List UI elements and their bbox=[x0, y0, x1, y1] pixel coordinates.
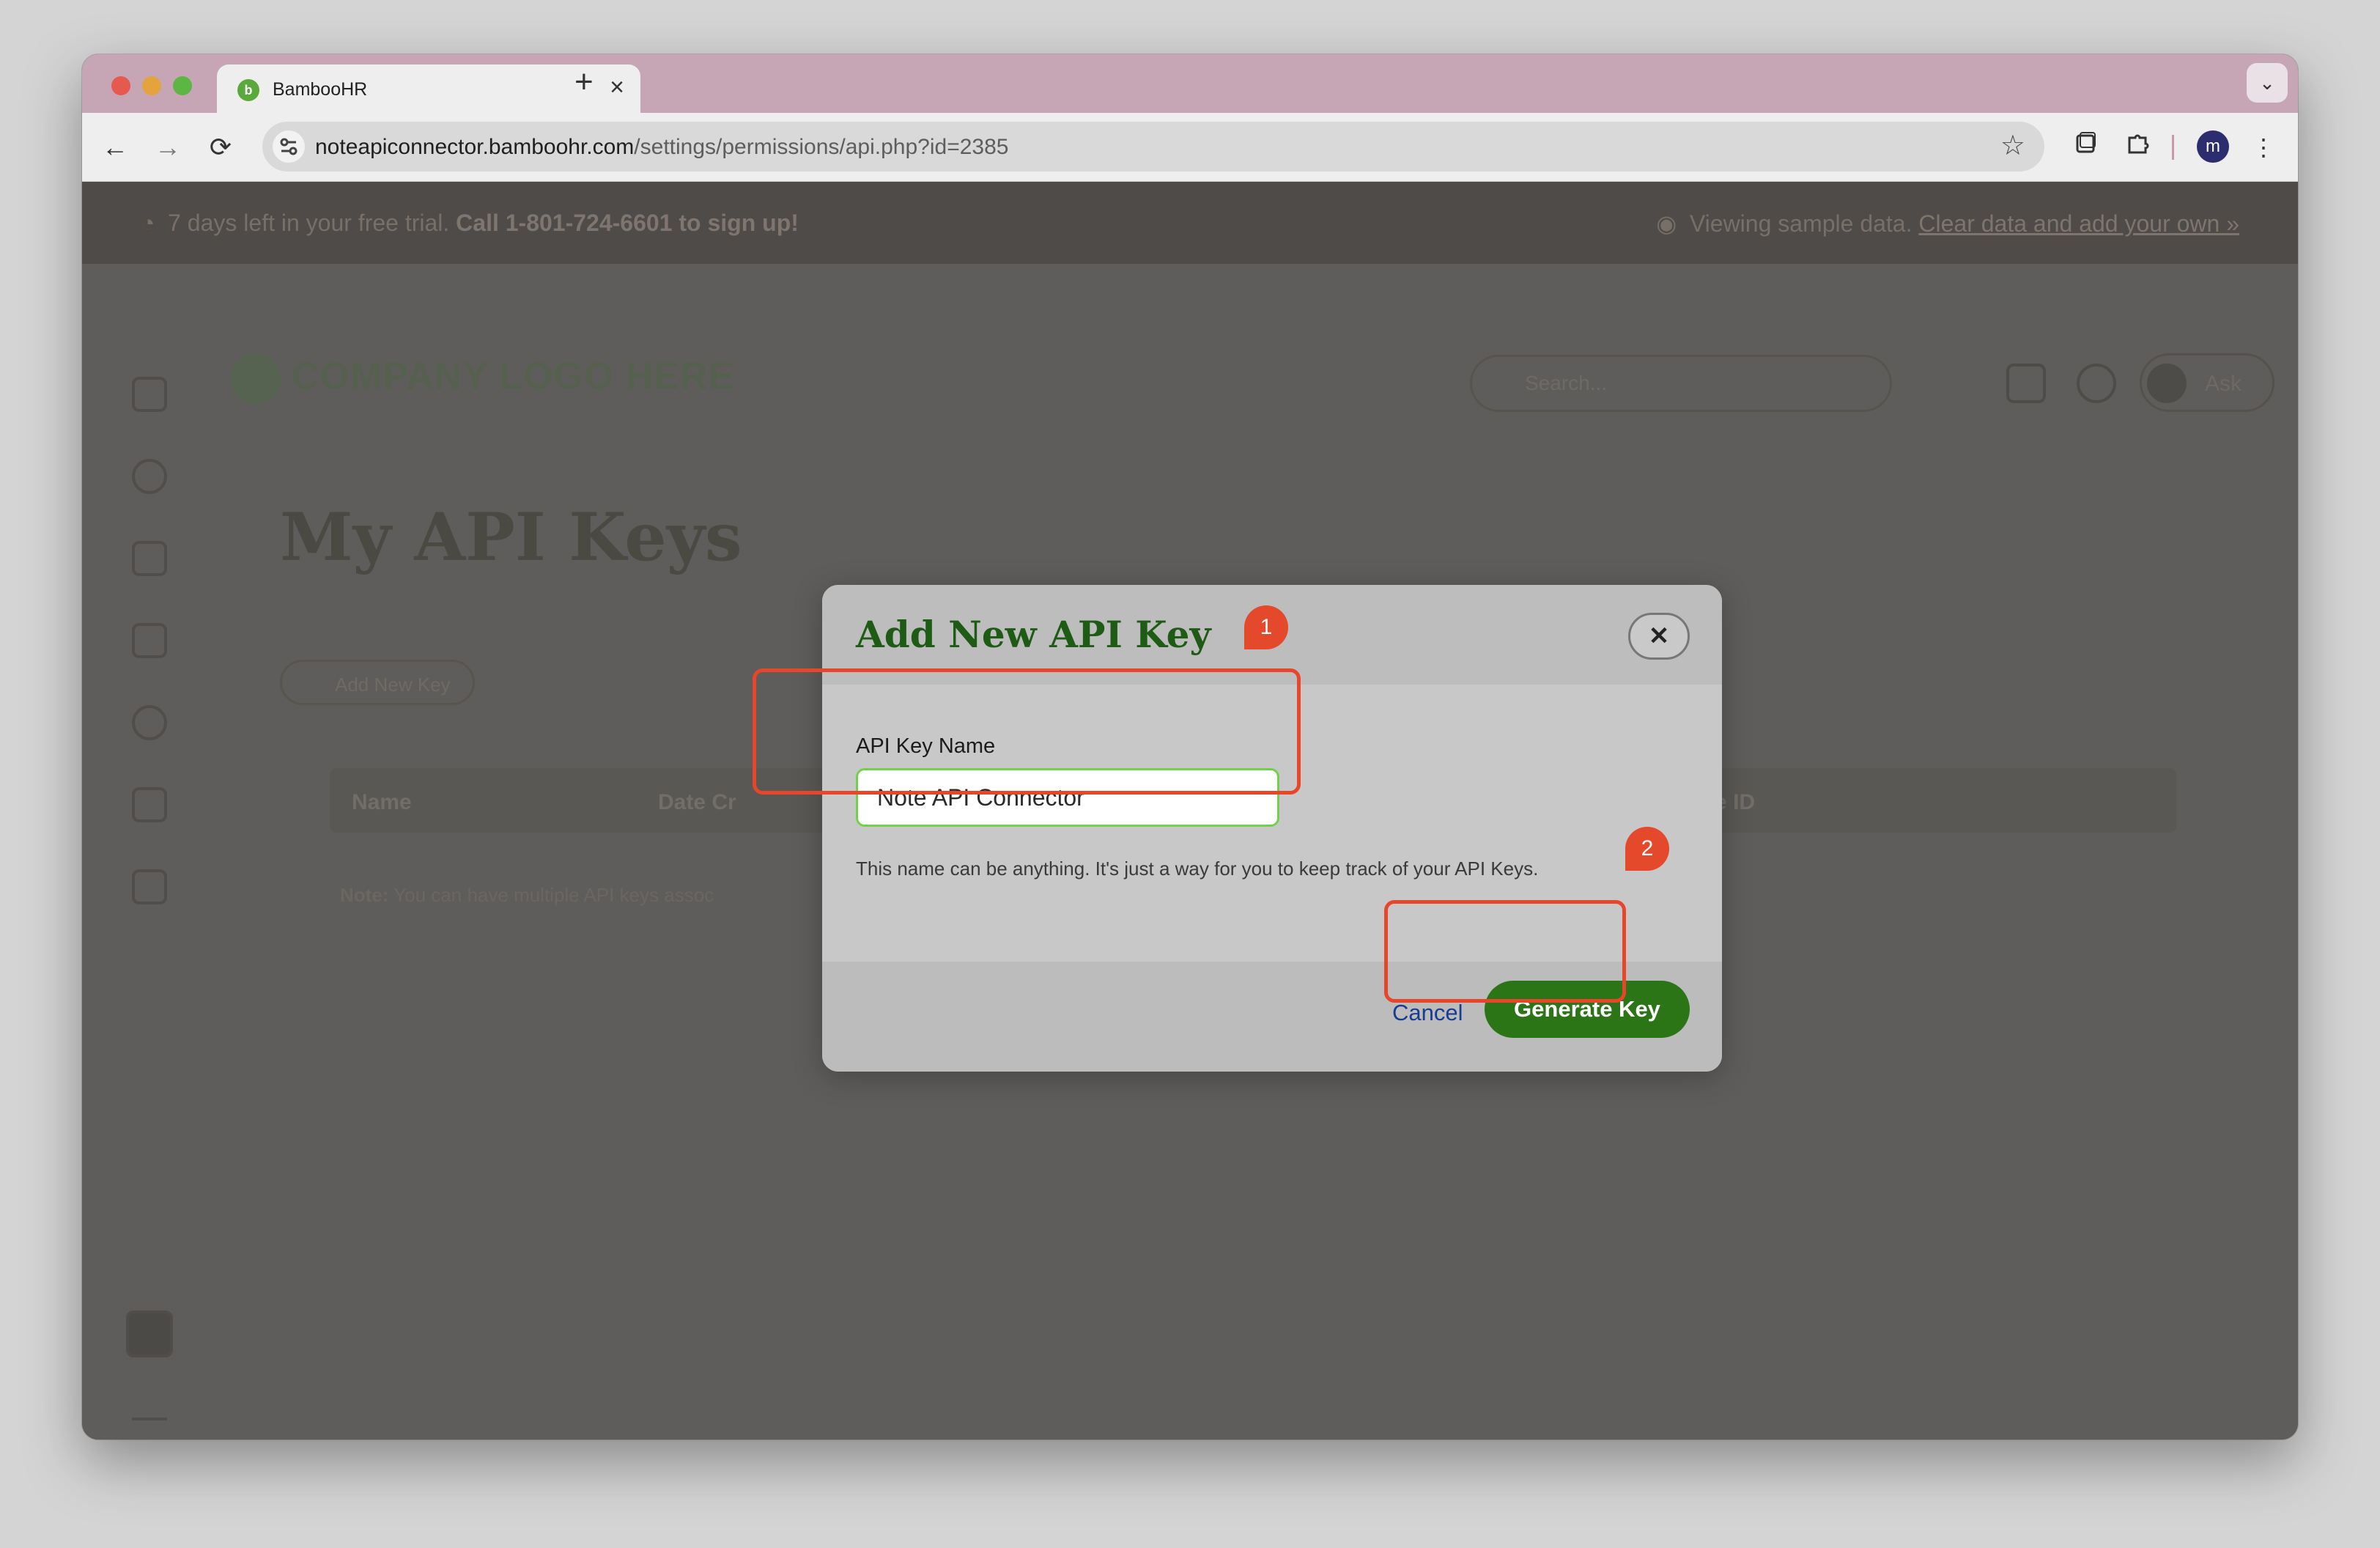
people-icon[interactable] bbox=[132, 541, 167, 576]
step-marker-2: 2 bbox=[1625, 827, 1669, 871]
add-new-key-button[interactable]: Add New Key bbox=[280, 660, 475, 705]
ask-button[interactable]: Ask bbox=[2140, 353, 2274, 412]
company-logo[interactable]: COMPANY LOGO HERE bbox=[230, 353, 734, 405]
trial-banner: ◔ 7 days left in your free trial. Call 1… bbox=[82, 182, 2298, 264]
toolbar-divider bbox=[2172, 135, 2174, 160]
tab-close-icon[interactable]: × bbox=[610, 75, 624, 100]
profile-avatar[interactable]: m bbox=[2197, 130, 2229, 163]
tab-strip: b BambooHR × + ⌄ bbox=[82, 54, 2298, 113]
note-label: Note: bbox=[340, 884, 389, 906]
highlight-box-generate-key bbox=[1384, 900, 1626, 1003]
column-name: Name bbox=[352, 790, 412, 814]
tab-title: BambooHR bbox=[273, 79, 368, 100]
extensions-puzzle-icon[interactable] bbox=[2119, 129, 2156, 166]
forward-button[interactable]: → bbox=[149, 129, 186, 166]
reading-mode-icon[interactable] bbox=[2068, 129, 2104, 166]
tab-search-button[interactable]: ⌄ bbox=[2247, 63, 2288, 103]
document-icon[interactable] bbox=[132, 787, 167, 822]
bookmark-star-icon[interactable]: ☆ bbox=[2000, 129, 2025, 162]
clock-icon: ◔ bbox=[141, 210, 155, 236]
reload-button[interactable]: ⟳ bbox=[202, 129, 239, 166]
person-icon[interactable] bbox=[132, 459, 167, 494]
inbox-icon[interactable] bbox=[2006, 364, 2046, 403]
note-text: You can have multiple API keys assoc bbox=[393, 884, 714, 906]
clear-data-link[interactable]: Clear data and add your own » bbox=[1918, 210, 2239, 237]
column-date-created: Date Cr bbox=[658, 790, 736, 814]
close-window-button[interactable] bbox=[111, 76, 130, 95]
browser-window: b BambooHR × + ⌄ ← → ⟳ noteapiconnector.… bbox=[82, 54, 2298, 1440]
maximize-window-button[interactable] bbox=[173, 76, 192, 95]
reports-pie-icon[interactable] bbox=[132, 705, 167, 740]
address-bar[interactable]: noteapiconnector.bamboohr.com/settings/p… bbox=[262, 122, 2044, 172]
payroll-icon[interactable] bbox=[132, 869, 167, 904]
user-avatar-icon[interactable] bbox=[126, 1311, 173, 1357]
minimize-window-button[interactable] bbox=[142, 76, 161, 95]
site-info-icon[interactable] bbox=[273, 130, 305, 163]
cancel-button[interactable]: Cancel bbox=[1392, 1000, 1463, 1026]
logo-mark-icon bbox=[230, 353, 281, 405]
browser-menu-icon[interactable]: ⋮ bbox=[2245, 129, 2282, 166]
id-badge-icon[interactable] bbox=[132, 623, 167, 658]
url-text[interactable]: noteapiconnector.bamboohr.com/settings/p… bbox=[315, 135, 1008, 160]
logo-text: COMPANY LOGO HERE bbox=[292, 355, 735, 398]
url-path: /settings/permissions/api.php?id=2385 bbox=[634, 135, 1009, 159]
eye-icon: ◉ bbox=[1656, 210, 1677, 237]
url-domain: noteapiconnector.bamboohr.com bbox=[315, 135, 635, 159]
highlight-box-api-key-name bbox=[753, 668, 1301, 795]
bamboohr-favicon-icon: b bbox=[237, 79, 259, 101]
api-keys-note: Note: You can have multiple API keys ass… bbox=[340, 884, 714, 907]
trial-text: ◔ 7 days left in your free trial. Call 1… bbox=[141, 210, 799, 237]
step-marker-1: 1 bbox=[1244, 605, 1288, 649]
sample-data-text: Viewing sample data. bbox=[1689, 210, 1912, 237]
modal-title: Add New API Key bbox=[856, 613, 1211, 656]
trial-call: Call 1-801-724-6601 to sign up! bbox=[456, 210, 799, 236]
helper-text: This name can be anything. It's just a w… bbox=[856, 858, 1539, 880]
trial-days: 7 days left in your free trial. bbox=[168, 210, 450, 236]
sample-data-notice: ◉ Viewing sample data. Clear data and ad… bbox=[1656, 210, 2239, 237]
search-input[interactable]: Search... bbox=[1470, 355, 1892, 412]
hamburger-menu-icon[interactable] bbox=[132, 1400, 167, 1420]
back-button[interactable]: ← bbox=[97, 129, 133, 166]
close-icon[interactable]: ✕ bbox=[1628, 613, 1690, 660]
new-tab-button[interactable]: + bbox=[574, 66, 594, 98]
home-icon[interactable] bbox=[132, 377, 167, 412]
help-icon[interactable] bbox=[2077, 364, 2116, 403]
browser-toolbar: ← → ⟳ noteapiconnector.bamboohr.com/sett… bbox=[82, 113, 2298, 182]
page-title: My API Keys bbox=[280, 498, 742, 576]
